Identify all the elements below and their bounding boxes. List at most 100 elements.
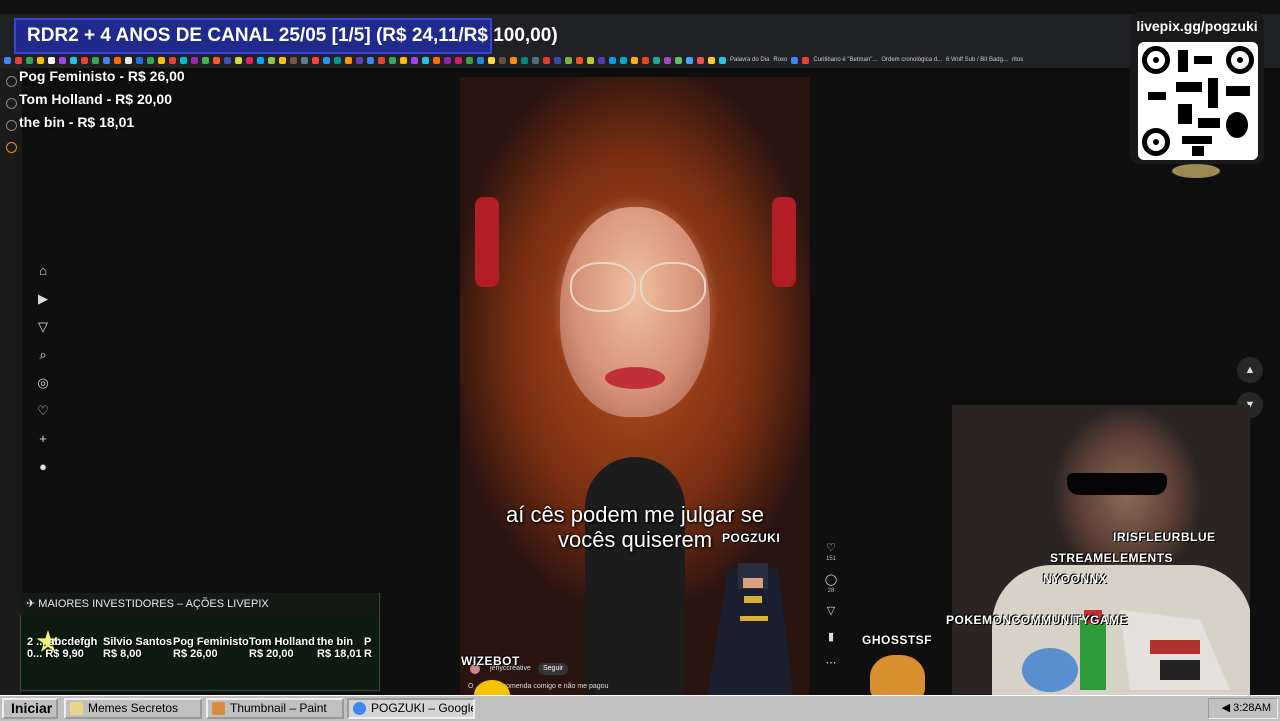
bookmark-icon[interactable] xyxy=(791,56,799,64)
bookmark-icon[interactable] xyxy=(411,56,418,64)
bookmark-icon[interactable] xyxy=(521,56,528,64)
bookmark-icon[interactable] xyxy=(510,56,517,64)
bookmark-icon[interactable] xyxy=(147,56,154,64)
bookmark-icon[interactable] xyxy=(70,56,77,64)
bookmark-icon[interactable] xyxy=(609,56,616,64)
bookmark-icon[interactable] xyxy=(389,56,396,64)
bookmark-icon[interactable] xyxy=(466,56,473,64)
more-icon[interactable]: ⋯ xyxy=(823,656,839,669)
bookmark-icon[interactable] xyxy=(686,56,693,64)
bookmark-icon[interactable] xyxy=(576,56,583,64)
bookmark-link[interactable]: Curitibano é "Betman"... xyxy=(813,57,877,63)
bookmark-link[interactable]: ritos xyxy=(1012,57,1023,63)
bookmark-icon[interactable] xyxy=(697,56,704,64)
bookmark-icon[interactable] xyxy=(543,56,550,64)
bookmark-icon[interactable] xyxy=(499,56,506,64)
bookmark-icon[interactable] xyxy=(15,56,22,64)
bookmark-icon[interactable] xyxy=(257,56,264,64)
bookmark-icon[interactable] xyxy=(587,56,594,64)
shorts-icon[interactable]: ▶ xyxy=(36,292,50,306)
bookmark-icon[interactable] xyxy=(290,56,297,64)
bookmark-icon[interactable] xyxy=(279,56,286,64)
bookmark-icon[interactable] xyxy=(620,56,627,64)
favorites-icon[interactable]: ♡ xyxy=(36,404,50,418)
bookmark-icon[interactable] xyxy=(345,56,352,64)
bookmark-icon[interactable] xyxy=(356,56,363,64)
bookmark-link[interactable]: Roxo xyxy=(773,57,787,63)
start-button[interactable]: Iniciar xyxy=(2,698,58,719)
bookmark-icon[interactable] xyxy=(4,56,11,64)
share-icon[interactable]: ▽ xyxy=(823,604,839,617)
follow-button[interactable]: Seguir xyxy=(538,663,569,675)
bookmark-icon[interactable] xyxy=(554,56,561,64)
bookmark-icon[interactable] xyxy=(400,56,407,64)
bookmark-icon[interactable] xyxy=(455,56,462,64)
bookmark-link[interactable]: Palavra do Dia xyxy=(730,57,769,63)
bookmark-link[interactable]: 6 Wolf Sub / Bit Badg... xyxy=(946,57,1008,63)
bookmark-icon[interactable] xyxy=(367,56,374,64)
bookmark-icon[interactable] xyxy=(235,56,242,64)
bookmark-icon[interactable] xyxy=(378,56,385,64)
bookmark-icon[interactable] xyxy=(433,56,440,64)
bookmark-icon[interactable] xyxy=(125,56,132,64)
bookmark-icon[interactable] xyxy=(301,56,308,64)
scroll-up-button[interactable]: ▲ xyxy=(1237,357,1263,383)
taskbar-item-browser[interactable]: POGZUKI – Google xyxy=(347,698,475,719)
bookmark-icon[interactable] xyxy=(26,56,33,64)
bookmark-icon[interactable] xyxy=(191,56,198,64)
bookmark-icon[interactable] xyxy=(312,56,319,64)
home-icon[interactable]: ⌂ xyxy=(36,264,50,278)
rail-icon[interactable] xyxy=(6,120,17,131)
bookmark-icon[interactable]: ▮ xyxy=(823,630,839,643)
bookmark-icon[interactable] xyxy=(653,56,660,64)
headphone xyxy=(475,197,499,287)
bookmark-icon[interactable] xyxy=(114,56,121,64)
bookmark-icon[interactable] xyxy=(158,56,165,64)
bookmark-icon[interactable] xyxy=(81,56,88,64)
bookmark-icon[interactable] xyxy=(59,56,66,64)
bookmark-link[interactable]: Ordem cronológica d... xyxy=(881,57,942,63)
bookmark-icon[interactable] xyxy=(532,56,539,64)
bookmark-icon[interactable] xyxy=(92,56,99,64)
bookmark-icon[interactable] xyxy=(246,56,253,64)
add-icon[interactable]: + xyxy=(36,432,50,446)
search-icon[interactable]: ⌕ xyxy=(36,348,50,362)
volume-icon[interactable]: ◀ xyxy=(1222,702,1234,714)
bookmark-icon[interactable] xyxy=(202,56,209,64)
bookmark-icon[interactable] xyxy=(103,56,110,64)
rail-icon[interactable] xyxy=(6,98,17,109)
bookmark-icon[interactable] xyxy=(37,56,44,64)
bookmark-icon[interactable] xyxy=(488,56,495,64)
bookmark-icon[interactable] xyxy=(180,56,187,64)
rail-icon[interactable] xyxy=(6,142,17,153)
taskbar-item-paint[interactable]: Thumbnail – Paint xyxy=(206,698,344,719)
bookmark-icon[interactable] xyxy=(323,56,330,64)
lips xyxy=(605,367,665,389)
bookmark-icon[interactable] xyxy=(444,56,451,64)
bookmark-icon[interactable] xyxy=(48,56,55,64)
bookmark-icon[interactable] xyxy=(268,56,275,64)
bookmark-icon[interactable] xyxy=(224,56,231,64)
notifications-icon[interactable]: ▽ xyxy=(36,320,50,334)
bookmark-icon[interactable] xyxy=(213,56,220,64)
bookmark-icon[interactable] xyxy=(675,56,682,64)
bookmark-icon[interactable] xyxy=(631,56,638,64)
rail-icon[interactable] xyxy=(6,76,17,87)
bookmark-icon[interactable] xyxy=(565,56,572,64)
bookmark-icon[interactable] xyxy=(422,56,429,64)
taskbar-item-memes[interactable]: Memes Secretos xyxy=(64,698,202,719)
avatar[interactable]: ● xyxy=(36,460,50,474)
bookmark-icon[interactable] xyxy=(708,56,715,64)
comment-icon[interactable]: ◯ xyxy=(823,573,839,586)
bookmark-icon[interactable] xyxy=(477,56,484,64)
bookmark-icon[interactable] xyxy=(642,56,649,64)
explore-icon[interactable]: ◎ xyxy=(36,376,50,390)
bookmark-icon[interactable] xyxy=(802,56,810,64)
bookmark-icon[interactable] xyxy=(598,56,605,64)
bookmark-icon[interactable] xyxy=(334,56,341,64)
bookmark-icon[interactable] xyxy=(719,56,726,64)
bookmark-icon[interactable] xyxy=(136,56,143,64)
like-icon[interactable]: ♡ xyxy=(823,541,839,554)
bookmark-icon[interactable] xyxy=(169,56,176,64)
bookmark-icon[interactable] xyxy=(664,56,671,64)
